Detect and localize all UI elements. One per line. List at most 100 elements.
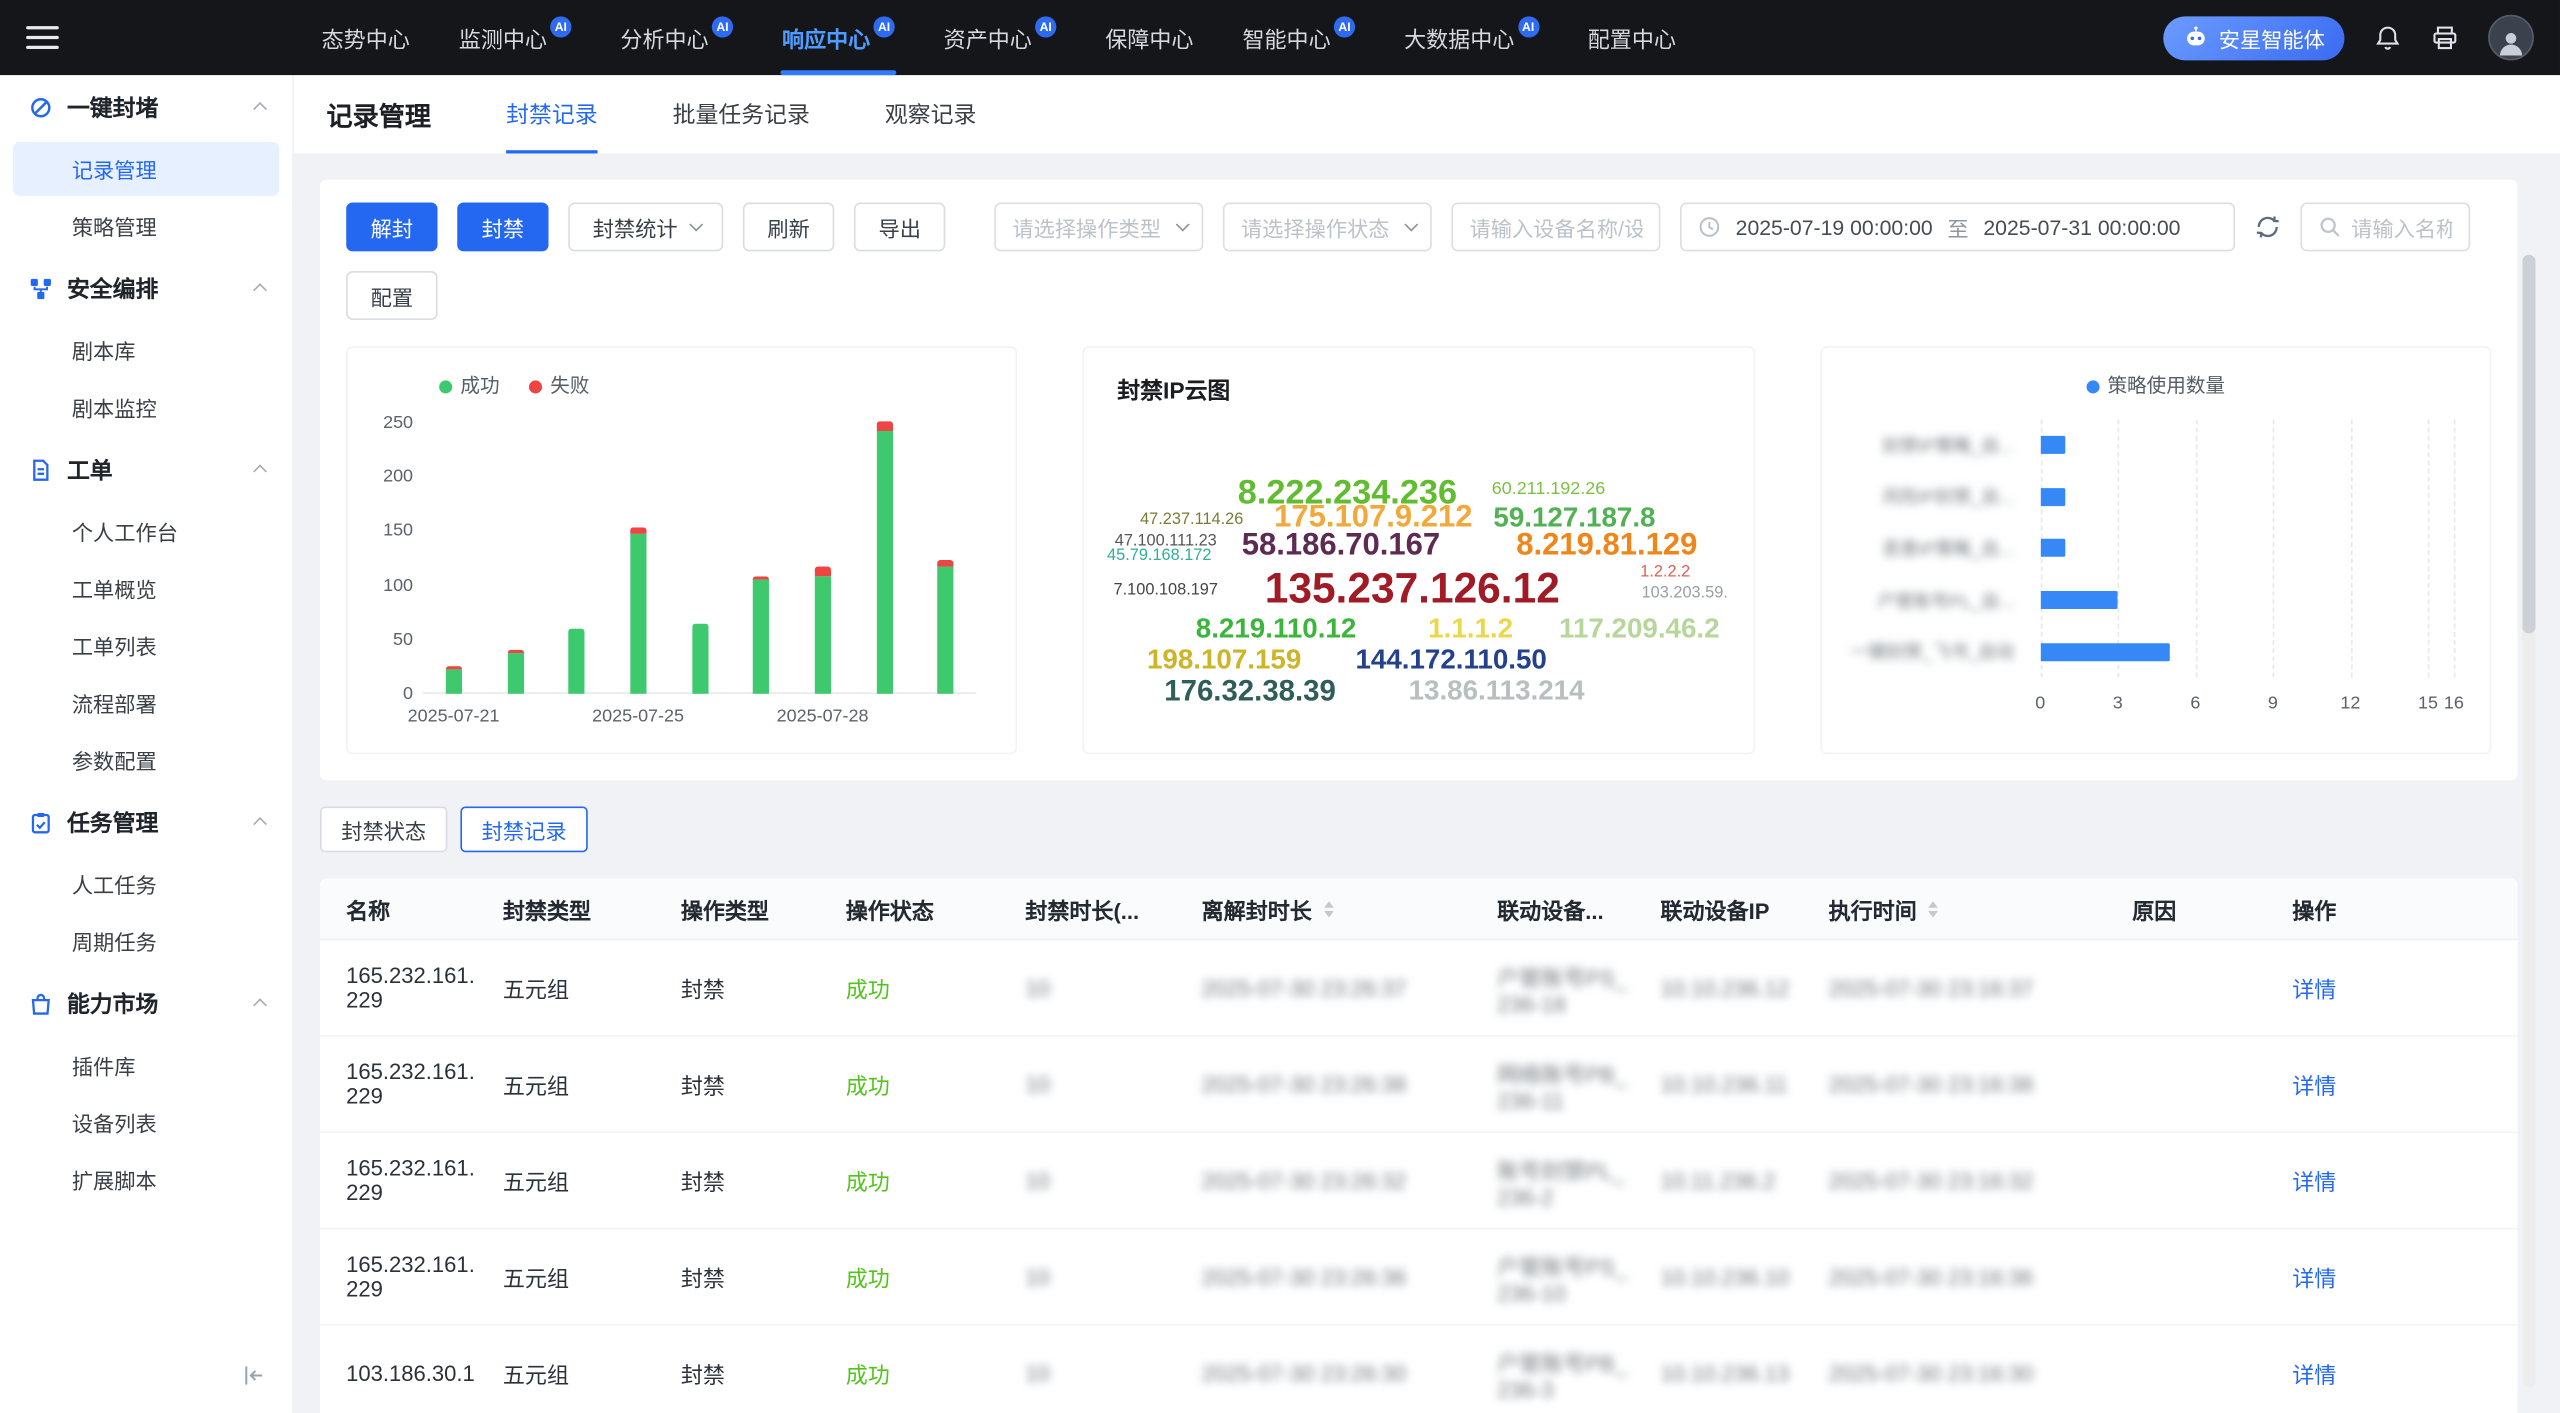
cell-text: 封禁 [681, 1164, 725, 1197]
search-input[interactable]: 请输入名称 [2301, 202, 2471, 251]
cell-text: 户管账号PS_236-10 [1497, 1248, 1634, 1305]
sidebar-section-1[interactable]: 安全编排 [0, 256, 292, 320]
scrollbar-thumb[interactable] [2522, 255, 2535, 634]
nav-item-7[interactable]: 大数据中心AI [1380, 0, 1564, 75]
tab-ban-records[interactable]: 封禁记录 [506, 75, 597, 153]
sort-asc-icon [1323, 900, 1333, 907]
export-button[interactable]: 导出 [854, 202, 945, 251]
reload-icon[interactable] [2255, 214, 2281, 240]
nav-item-0[interactable]: 态势中心 [297, 0, 434, 75]
op-status-select[interactable]: 请选择操作状态 [1223, 202, 1432, 251]
cell-op_type: 封禁 [668, 1055, 833, 1114]
sort-icon[interactable] [1928, 900, 1938, 916]
date-range-picker[interactable]: 2025-07-19 00:00:00 至 2025-07-31 00:00:0… [1680, 202, 2235, 251]
nav-item-6[interactable]: 智能中心AI [1218, 0, 1380, 75]
policy-bar-row: 户管账号PL_自... [1844, 574, 2454, 626]
trend-plot: 0501001502002502025-07-212025-07-252025-… [423, 423, 977, 694]
cell-device: 网络账号PB_236-11 [1484, 1042, 1647, 1125]
subtab-label: 封禁记录 [482, 814, 567, 845]
sort-desc-icon [1928, 910, 1938, 917]
cell-text: 10.10.236.12 [1660, 976, 1789, 1000]
header-label: 名称 [346, 892, 390, 925]
cell-text: 165.232.161.229 [346, 1156, 477, 1205]
sidebar-section-4[interactable]: 能力市场 [0, 971, 292, 1035]
table-header-cell[interactable]: 离解封时长 [1189, 879, 1485, 938]
x-tick-label: 2025-07-21 [408, 707, 500, 727]
header-label: 执行时间 [1829, 892, 1917, 925]
policy-bars: 封禁IP策略_自...风险IP封禁_自...恶意IP策略_自...户管账号PL_… [1844, 420, 2454, 678]
bar [568, 629, 584, 694]
sidebar-item-2-1[interactable]: 工单概览 [13, 562, 279, 616]
collapse-sidebar-icon[interactable] [242, 1365, 266, 1391]
cell-unban_time: 2025-07-30 23:26:32 [1189, 1155, 1485, 1206]
nav-item-3[interactable]: 响应中心AI [758, 0, 920, 75]
tab-batch-task-records[interactable]: 批量任务记录 [673, 75, 810, 153]
policy-label: 户管账号PL_自... [1844, 587, 2027, 613]
detail-link[interactable]: 详情 [2292, 1068, 2336, 1101]
subtab-ban-status[interactable]: 封禁状态 [320, 807, 447, 853]
nav-item-2[interactable]: 分析中心AI [596, 0, 758, 75]
cell-text: 103.186.30.1 [346, 1361, 475, 1385]
sidebar-section-0[interactable]: 一键封堵 [0, 75, 292, 139]
scrollbar[interactable] [2522, 255, 2535, 1388]
cell-op_type: 封禁 [668, 1151, 833, 1210]
bar-segment-success [445, 670, 461, 694]
ban-button[interactable]: 封禁 [457, 202, 548, 251]
sidebar-item-1-1[interactable]: 剧本监控 [13, 380, 279, 434]
sort-icon[interactable] [1323, 900, 1333, 916]
detail-link[interactable]: 详情 [2292, 1164, 2336, 1197]
sidebar-section-2[interactable]: 工单 [0, 438, 292, 502]
sidebar-item-2-2[interactable]: 工单列表 [13, 619, 279, 673]
sidebar-item-2-4[interactable]: 参数配置 [13, 733, 279, 787]
cell-action: 详情 [2279, 1151, 2517, 1210]
sidebar-item-4-1[interactable]: 设备列表 [13, 1096, 279, 1150]
bell-icon[interactable] [2374, 24, 2402, 52]
config-button[interactable]: 配置 [346, 271, 437, 320]
refresh-button[interactable]: 刷新 [743, 202, 834, 251]
cell-action: 详情 [2279, 958, 2517, 1017]
unban-button[interactable]: 解封 [346, 202, 437, 251]
cloud-ip: 8.219.110.12 [1196, 615, 1357, 643]
main-area: 记录管理 封禁记录 批量任务记录 观察记录 解封 封禁 封禁统计 刷新 导出 请… [294, 75, 2560, 1413]
sidebar-item-4-0[interactable]: 插件库 [13, 1038, 279, 1092]
sidebar-item-2-3[interactable]: 流程部署 [13, 676, 279, 730]
cell-text: 2025-07-30 23:26:36 [1202, 1264, 1407, 1288]
status-badge: 成功 [846, 1357, 890, 1390]
nav-item-1[interactable]: 监测中心AI [434, 0, 596, 75]
cell-status: 成功 [833, 1055, 1013, 1114]
avatar[interactable] [2488, 15, 2534, 61]
nav-item-8[interactable]: 配置中心 [1563, 0, 1700, 75]
tab-observe-records[interactable]: 观察记录 [885, 75, 976, 153]
sidebar-item-3-0[interactable]: 人工任务 [13, 857, 279, 911]
sidebar-item-4-2[interactable]: 扩展脚本 [13, 1153, 279, 1207]
device-name-input[interactable]: 请输入设备名称/设 [1452, 202, 1661, 251]
op-type-select[interactable]: 请选择操作类型 [994, 202, 1203, 251]
bar-track [2040, 643, 2454, 661]
cell-name: 165.232.161.229 [320, 1239, 490, 1314]
sidebar-item-0-0[interactable]: 记录管理 [13, 142, 279, 196]
bar-segment-success [937, 566, 953, 694]
menu-icon[interactable] [26, 26, 59, 49]
nav-item-5[interactable]: 保障中心 [1081, 0, 1218, 75]
table-header-cell[interactable]: 执行时间 [1816, 879, 2120, 938]
chevron-up-icon [253, 102, 267, 116]
nav-item-4[interactable]: 资产中心AI [919, 0, 1081, 75]
sidebar-item-3-1[interactable]: 周期任务 [13, 914, 279, 968]
cell-text: 五元组 [503, 1164, 569, 1197]
sidebar-item-1-0[interactable]: 剧本库 [13, 323, 279, 377]
subtab-ban-records[interactable]: 封禁记录 [460, 807, 587, 853]
detail-link[interactable]: 详情 [2292, 971, 2336, 1004]
ai-badge: AI [712, 16, 733, 37]
sidebar-item-2-0[interactable]: 个人工作台 [13, 504, 279, 558]
subtab-label: 封禁状态 [341, 814, 426, 845]
legend-item: 成功 [439, 371, 499, 399]
printer-icon[interactable] [2431, 24, 2459, 52]
detail-link[interactable]: 详情 [2292, 1357, 2336, 1390]
detail-link[interactable]: 详情 [2292, 1260, 2336, 1293]
agent-pill[interactable]: 安星智能体 [2163, 16, 2344, 60]
ban-stats-button[interactable]: 封禁统计 [568, 202, 723, 251]
cell-exec_time: 2025-07-30 23:16:36 [1816, 1251, 2120, 1302]
sidebar-section-3[interactable]: 任务管理 [0, 790, 292, 854]
sidebar-item-0-1[interactable]: 策略管理 [13, 199, 279, 253]
cell-device_ip: 10.10.236.10 [1647, 1251, 1815, 1302]
